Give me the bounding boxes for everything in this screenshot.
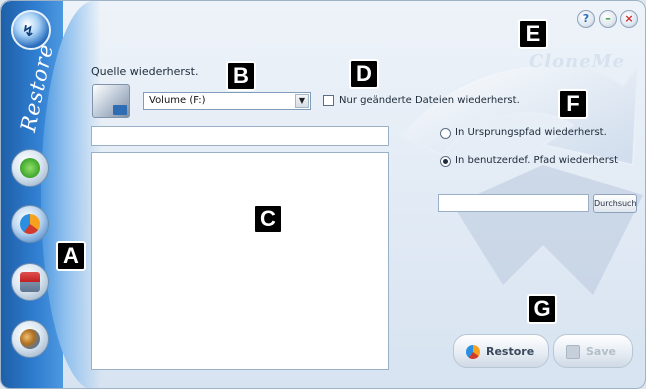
marker-a: A	[56, 241, 86, 271]
drive-icon	[92, 84, 130, 118]
save-button-label: Save	[586, 345, 616, 358]
restore-icon	[20, 214, 40, 234]
sidebar-item-scheduler[interactable]	[11, 263, 49, 301]
brand-watermark: CloneMe	[529, 51, 626, 72]
calendar-icon	[20, 272, 40, 292]
marker-b: B	[226, 61, 256, 91]
restore-custom-label: In benutzerdef. Pfad wiederherst	[455, 155, 619, 166]
backup-icon	[20, 158, 40, 178]
restore-button-label: Restore	[486, 345, 535, 358]
marker-f: F	[558, 89, 588, 119]
minimize-button[interactable]: –	[599, 10, 617, 28]
marker-d: D	[349, 59, 379, 89]
sidebar-item-restore[interactable]	[11, 205, 49, 243]
restore-icon	[466, 345, 480, 359]
close-button[interactable]: ×	[620, 10, 638, 28]
save-button[interactable]: Save	[553, 334, 633, 368]
sidebar-item-tools[interactable]	[11, 320, 49, 358]
tools-icon	[20, 329, 40, 349]
save-icon	[566, 345, 580, 359]
only-changed-label: Nur geänderte Dateien wiederherst.	[339, 95, 520, 106]
restore-window: ↯ Restore ? – × CloneMe Quelle wiederher…	[0, 0, 646, 389]
file-tree-list[interactable]	[91, 152, 389, 370]
restore-original-label: In Ursprungspfad wiederherst.	[455, 127, 607, 138]
hard-disk-icon	[113, 105, 127, 115]
backup-path-field[interactable]	[91, 126, 389, 146]
custom-path-input[interactable]	[438, 194, 589, 212]
marker-c: C	[253, 204, 283, 234]
app-logo-glyph: ↯	[22, 22, 35, 40]
marker-g: G	[527, 294, 557, 324]
help-button[interactable]: ?	[577, 10, 595, 28]
sidebar-item-backup[interactable]	[11, 149, 49, 187]
source-label: Quelle wiederherst.	[91, 65, 199, 78]
source-volume-value: Volume (F:)	[149, 95, 206, 106]
restore-button[interactable]: Restore	[453, 334, 549, 368]
browse-button[interactable]: Durchsuchen	[593, 194, 637, 213]
only-changed-checkbox[interactable]	[323, 95, 334, 106]
chevron-down-icon[interactable]: ▼	[295, 94, 309, 108]
source-volume-select[interactable]: Volume (F:) ▼	[143, 92, 311, 110]
marker-e: E	[518, 19, 548, 49]
restore-original-radio[interactable]	[440, 128, 451, 139]
restore-custom-radio[interactable]	[440, 156, 451, 167]
